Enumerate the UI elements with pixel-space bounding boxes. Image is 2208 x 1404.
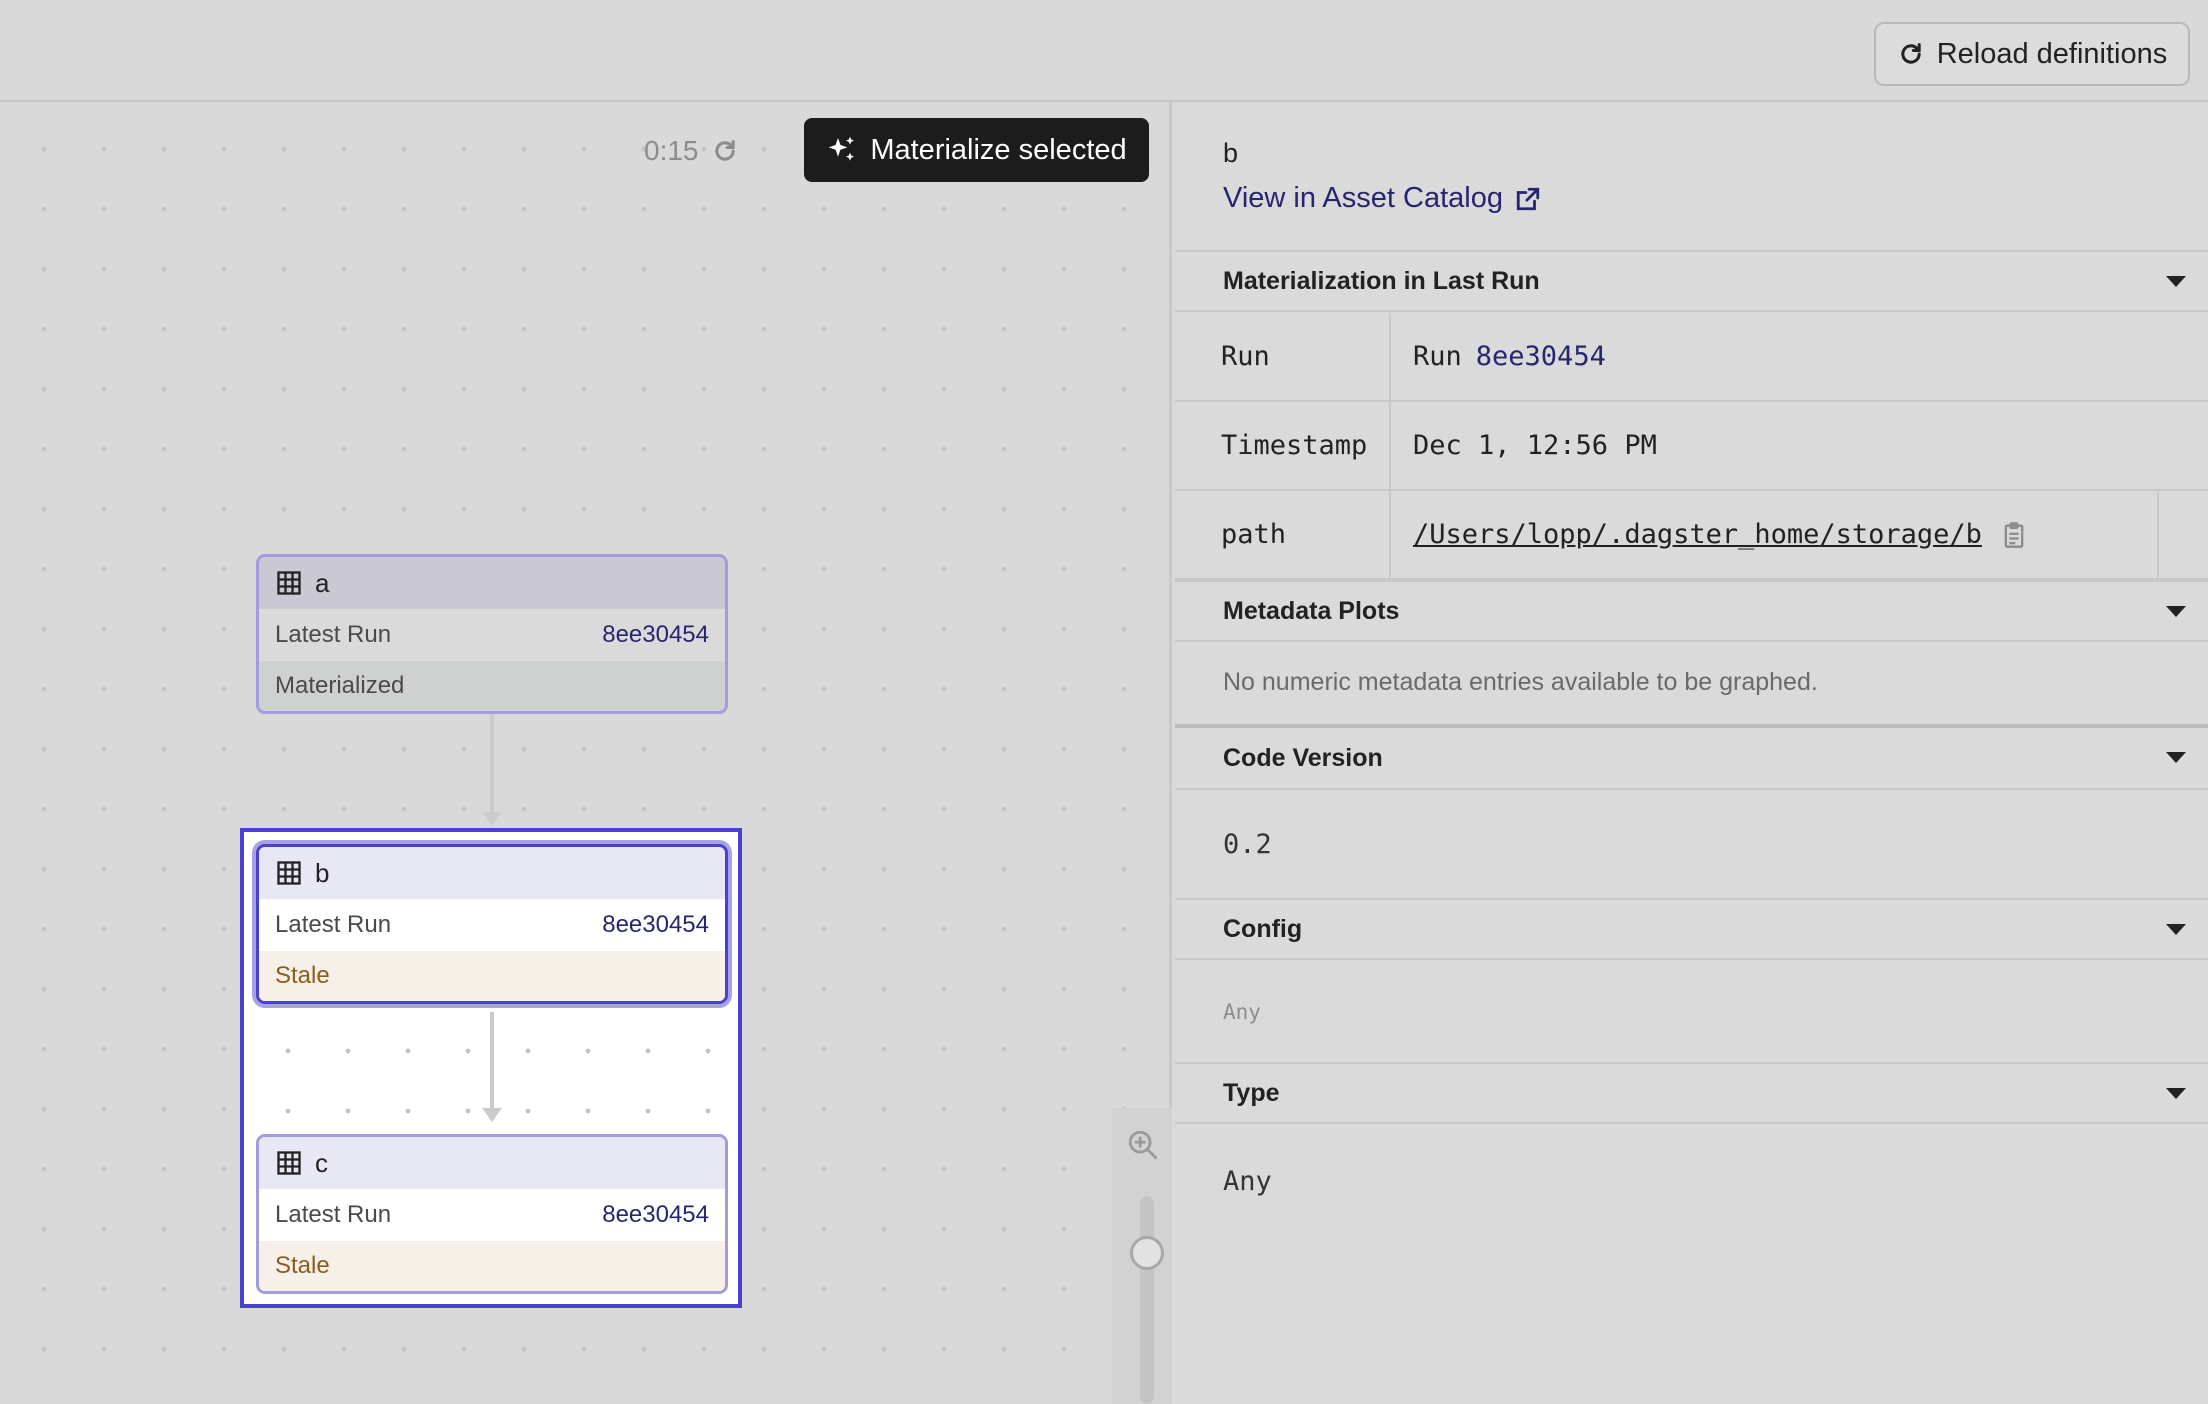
edge-b-to-c [490,1012,494,1112]
section-title: Materialization in Last Run [1223,266,1540,295]
latest-run-row: Latest Run 8ee30454 [259,609,725,661]
caret-down-icon[interactable] [2166,276,2186,287]
config-value: Any [1223,1000,1261,1024]
external-link-icon [1516,187,1540,210]
asset-node-header: b [259,847,725,899]
refresh-countdown: 0:15 [644,135,699,166]
run-id-link[interactable]: 8ee30454 [602,1201,709,1229]
zoom-in-icon[interactable] [1126,1128,1160,1162]
run-id-link[interactable]: 8ee30454 [602,621,709,649]
asset-node-a[interactable]: a Latest Run 8ee30454 Materialized [256,554,728,714]
materialization-table: Run Run 8ee30454 Timestamp Dec 1, 12:56 … [1175,313,2208,580]
zoom-slider-handle[interactable] [1130,1236,1164,1270]
reload-definitions-label: Reload definitions [1936,37,2168,70]
asset-title: b [1223,138,1239,168]
latest-run-label: Latest Run [275,1201,392,1228]
refresh-icon[interactable] [711,137,739,165]
refresh-icon [1901,43,1921,64]
caret-down-icon[interactable] [2166,752,2186,763]
latest-run-row: Latest Run 8ee30454 [259,899,725,951]
run-prefix: Run [1413,341,1462,372]
path-link[interactable]: /Users/lopp/.dagster_home/storage/b [1413,519,1982,550]
materialize-selected-button[interactable]: Materialize selected [804,118,1149,182]
caret-down-icon[interactable] [2166,924,2186,935]
view-in-asset-catalog-link[interactable]: View in Asset Catalog [1223,182,1541,215]
clipboard-icon[interactable] [2000,520,2028,550]
sparkle-icon [829,136,855,161]
latest-run-label: Latest Run [275,911,392,938]
section-title: Code Version [1223,743,1383,772]
table-row: path /Users/lopp/.dagster_home/storage/b [1175,491,2208,580]
section-config[interactable]: Config [1175,898,2208,960]
type-value: Any [1223,1166,1272,1197]
row-value: Run 8ee30454 [1413,341,1606,372]
top-header: Reload definitions [0,0,2208,102]
column-divider [1389,402,1391,489]
metadata-plots-empty-text: No numeric metadata entries available to… [1223,668,1818,696]
caret-down-icon[interactable] [2166,1088,2186,1099]
column-divider [1389,313,1391,400]
edge-arrow [482,812,502,826]
materialize-selected-label: Materialize selected [870,133,1127,166]
refresh-timer[interactable]: 0:15 [644,133,739,169]
section-type[interactable]: Type [1175,1062,2208,1124]
asset-node-c[interactable]: c Latest Run 8ee30454 Stale [256,1134,728,1294]
timestamp-value: Dec 1, 12:56 PM [1413,430,1657,461]
latest-run-label: Latest Run [275,621,392,648]
table-row: Timestamp Dec 1, 12:56 PM [1175,402,2208,491]
table-icon [277,571,301,595]
run-id-link[interactable]: 8ee30454 [1476,341,1606,372]
asset-name: a [315,567,330,598]
asset-name: c [315,1147,328,1178]
row-key: Run [1221,341,1270,372]
section-title: Config [1223,914,1303,943]
row-value: /Users/lopp/.dagster_home/storage/b [1413,519,2028,550]
latest-run-row: Latest Run 8ee30454 [259,1189,725,1241]
section-metadata-plots[interactable]: Metadata Plots [1175,580,2208,642]
row-key: Timestamp [1221,430,1368,461]
edge-arrow [482,1108,502,1122]
asset-status: Stale [259,951,725,1001]
edge-a-to-b [490,714,494,816]
asset-sidebar: b View in Asset Catalog Materialization … [1175,102,2208,1404]
zoom-slider-track[interactable] [1140,1196,1154,1404]
section-title: Type [1223,1078,1280,1107]
section-materialization[interactable]: Materialization in Last Run [1175,250,2208,312]
view-in-asset-catalog-label: View in Asset Catalog [1223,182,1503,214]
section-title: Metadata Plots [1223,596,1400,625]
table-row: Run Run 8ee30454 [1175,313,2208,402]
row-key: path [1221,519,1287,550]
asset-node-b[interactable]: b Latest Run 8ee30454 Stale [256,844,728,1004]
caret-down-icon[interactable] [2166,606,2186,617]
asset-status: Materialized [259,661,725,711]
reload-definitions-button[interactable]: Reload definitions [1874,22,2190,86]
table-icon [277,1151,301,1175]
asset-node-header: c [259,1137,725,1189]
table-icon [277,861,301,885]
asset-node-header: a [259,557,725,609]
asset-name: b [315,857,330,888]
run-id-link[interactable]: 8ee30454 [602,911,709,939]
section-code-version[interactable]: Code Version [1175,728,2208,790]
column-divider [1389,491,1391,578]
code-version-value: 0.2 [1223,829,1272,860]
asset-status: Stale [259,1241,725,1291]
column-divider [2157,491,2159,578]
